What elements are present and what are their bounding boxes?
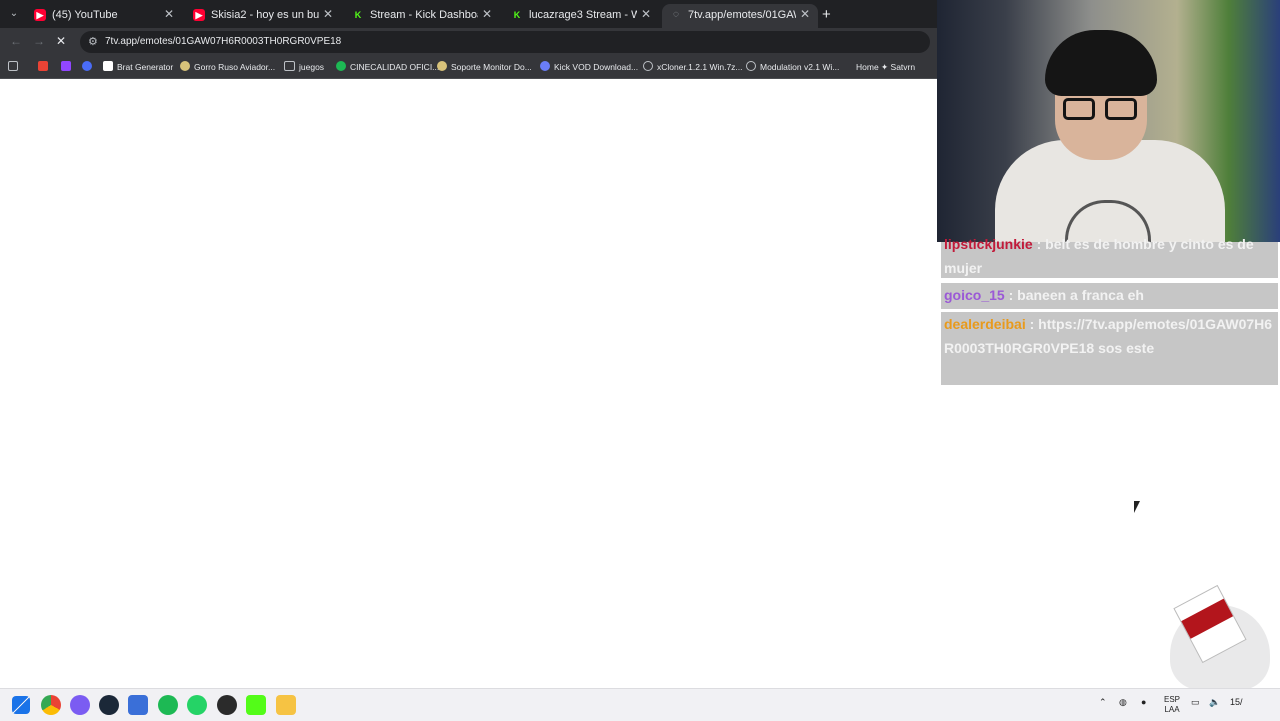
tab-7tv[interactable]: ◌ 7tv.app/emotes/01GAW07H6R ✕: [662, 4, 818, 28]
gmail-icon[interactable]: [38, 61, 48, 71]
kick-icon[interactable]: [246, 695, 266, 715]
chat-message: goico_15 : baneen a franca eh: [941, 283, 1278, 309]
bookmark-label: Kick VOD Download...: [554, 62, 639, 72]
bookmark-gorro-ruso[interactable]: Gorro Ruso Aviador...: [180, 61, 275, 72]
globe-icon: [746, 61, 756, 71]
youtube-icon: ▶: [34, 9, 46, 21]
bookmark-modulation[interactable]: Modulation v2.1 Wi...: [746, 61, 839, 72]
display-icon[interactable]: ▭: [1191, 697, 1200, 708]
youtube-icon: ▶: [193, 9, 205, 21]
tab-title: (45) YouTube: [52, 9, 118, 21]
page-content: [0, 79, 937, 688]
close-icon[interactable]: ✕: [641, 7, 651, 21]
bookmark-label: CINECALIDAD OFICI...: [350, 62, 440, 72]
bookmark-brat-generator[interactable]: Brat Generator: [103, 61, 173, 72]
close-icon[interactable]: ✕: [323, 7, 333, 21]
webcam-overlay: [937, 0, 1280, 242]
bookmark-icon: [848, 61, 852, 71]
site-info-icon[interactable]: ⚙: [88, 35, 98, 48]
close-icon[interactable]: ✕: [482, 7, 492, 21]
stop-loading-icon[interactable]: ✕: [56, 35, 68, 47]
twitch-icon[interactable]: [61, 61, 71, 71]
volume-icon[interactable]: 🔈: [1209, 697, 1220, 708]
steam-icon[interactable]: [99, 695, 119, 715]
windows-start-icon[interactable]: [12, 696, 30, 714]
new-tab-button[interactable]: +: [822, 6, 831, 23]
url-text[interactable]: 7tv.app/emotes/01GAW07H6R0003TH0RGR0VPE1…: [105, 36, 341, 47]
bookmark-label: xCloner.1.2.1 Win.7z...: [657, 62, 743, 72]
microphone-icon[interactable]: ●: [1141, 697, 1146, 707]
chat-text: : baneen a franca eh: [1004, 287, 1144, 303]
language-code: ESP: [1164, 695, 1181, 704]
globe-icon: [643, 61, 653, 71]
bookmark-icon: [437, 61, 447, 71]
tab-kick-dashboard[interactable]: K Stream - Kick Dashboard ✕: [344, 4, 500, 28]
loading-icon: ◌: [673, 9, 679, 20]
keyboard-layout: LAA: [1164, 705, 1180, 714]
tab-search-icon[interactable]: ⌄: [6, 6, 22, 22]
chat-username: dealerdeibai: [944, 316, 1026, 332]
bookmark-icon[interactable]: [82, 61, 92, 71]
obs-icon[interactable]: [217, 695, 237, 715]
bookmark-label: Home ✦ Satvrn: [856, 62, 916, 72]
bookmark-icon: [336, 61, 346, 71]
bookmark-label: Brat Generator: [117, 62, 174, 72]
forward-icon[interactable]: →: [33, 34, 45, 48]
chat-username: goico_15: [944, 287, 1005, 303]
network-status-icon[interactable]: ◍: [1119, 697, 1127, 708]
tab-youtube[interactable]: ▶ (45) YouTube ✕: [26, 4, 182, 28]
bookmark-label: Gorro Ruso Aviador...: [194, 62, 276, 72]
chat-message: dealerdeibai : https://7tv.app/emotes/01…: [941, 312, 1278, 385]
spotify-icon[interactable]: [158, 695, 178, 715]
app-icon[interactable]: [128, 695, 148, 715]
bookmark-home-satvrn[interactable]: Home ✦ Satvrn: [848, 61, 915, 73]
mouse-cursor-icon: [1134, 501, 1144, 513]
language-indicator[interactable]: ESP LAA: [1164, 695, 1180, 715]
folder-icon: [284, 61, 295, 71]
kick-icon: K: [513, 10, 521, 20]
tab-title: lucazrage3 Stream - Watch Live: [529, 9, 637, 21]
tab-title: Stream - Kick Dashboard: [370, 9, 478, 21]
taskbar: ⌃ ◍ ● ESP LAA ▭ 🔈 15/: [0, 688, 1280, 721]
bookmark-soporte-monitor[interactable]: Soporte Monitor Do...: [437, 61, 532, 72]
bookmark-kick-vod[interactable]: Kick VOD Download...: [540, 61, 638, 72]
file-explorer-icon[interactable]: [276, 695, 296, 715]
chat-message: lipstickjunkie : belt es de hombre y cin…: [941, 236, 1278, 278]
discord-icon[interactable]: [70, 695, 90, 715]
bookmark-label: Modulation v2.1 Wi...: [760, 62, 840, 72]
tab-title: 7tv.app/emotes/01GAW07H6R: [688, 9, 796, 21]
bookmark-label: Soporte Monitor Do...: [451, 62, 532, 72]
bookmark-folder-juegos[interactable]: juegos: [284, 61, 324, 72]
chevron-up-icon[interactable]: ⌃: [1099, 697, 1107, 708]
bookmark-icon: [103, 61, 113, 71]
back-icon[interactable]: ←: [10, 34, 22, 48]
clock[interactable]: 15/: [1230, 697, 1243, 707]
close-icon[interactable]: ✕: [164, 7, 174, 21]
tab-lucazrage3[interactable]: K lucazrage3 Stream - Watch Live ✕: [503, 4, 659, 28]
bookmark-icon: [540, 61, 550, 71]
bookmark-xcloner[interactable]: xCloner.1.2.1 Win.7z...: [643, 61, 743, 72]
bookmark-label: juegos: [299, 62, 325, 72]
bookmark-cinecalidad[interactable]: CINECALIDAD OFICI...: [336, 61, 439, 72]
tab-title: Skisia2 - hoy es un buen dia te: [211, 9, 319, 21]
webcam-glasses: [1063, 98, 1141, 120]
tab-skisia2[interactable]: ▶ Skisia2 - hoy es un buen dia te ✕: [185, 4, 341, 28]
chrome-icon[interactable]: [41, 695, 61, 715]
close-icon[interactable]: ✕: [800, 7, 810, 21]
apps-grid-icon[interactable]: [8, 61, 18, 71]
chat-username: lipstickjunkie: [944, 236, 1033, 252]
address-bar[interactable]: ⚙ 7tv.app/emotes/01GAW07H6R0003TH0RGR0VP…: [80, 31, 930, 53]
kick-icon: K: [354, 10, 362, 20]
webcam-hand-with-pack: [1160, 584, 1280, 695]
bookmark-icon: [180, 61, 190, 71]
whatsapp-icon[interactable]: [187, 695, 207, 715]
